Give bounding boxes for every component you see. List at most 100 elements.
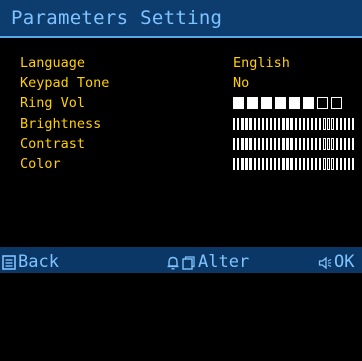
brightness-cell-filled	[274, 118, 277, 130]
color-cell-empty	[302, 158, 306, 170]
brightness-cell-empty	[343, 118, 347, 130]
brightness-cell-filled	[245, 118, 248, 130]
brightness-cell-filled	[290, 118, 293, 130]
contrast-cell-filled	[233, 138, 236, 150]
softkey-bar: Back Alter OK	[0, 247, 362, 273]
color-cell-filled	[257, 158, 260, 170]
color-cell-empty	[351, 158, 355, 170]
color-cell-filled	[249, 158, 252, 170]
keypad-tone-label: Keypad Tone	[20, 75, 110, 91]
back-softkey[interactable]: Back	[2, 251, 94, 273]
contrast-cell-empty	[331, 138, 334, 150]
contrast-cell-filled	[245, 138, 248, 150]
ring-vol-cell-empty	[317, 97, 328, 109]
contrast-cell-filled	[241, 138, 244, 150]
color-cell-empty	[331, 158, 334, 170]
contrast-cell-empty	[323, 138, 326, 150]
ring-vol-cell-filled	[303, 97, 314, 109]
contrast-cell-filled	[261, 138, 265, 150]
brightness-cell-empty	[319, 118, 322, 130]
color-level-bar[interactable]	[233, 158, 357, 170]
color-cell-filled	[233, 158, 236, 170]
ring-vol-cell-filled	[247, 97, 258, 109]
contrast-cell-empty	[351, 138, 355, 150]
brightness-label: Brightness	[20, 116, 102, 132]
color-cell-empty	[339, 158, 342, 170]
color-cell-filled	[241, 158, 244, 170]
brightness-cell-empty	[339, 118, 342, 130]
color-cell-empty	[323, 158, 326, 170]
color-cell-filled	[278, 158, 281, 170]
contrast-cell-filled	[290, 138, 293, 150]
brightness-cell-filled	[261, 118, 265, 130]
contrast-cell-filled	[282, 138, 285, 150]
color-cell-empty	[319, 158, 322, 170]
contrast-cell-empty	[343, 138, 347, 150]
title-divider	[0, 36, 362, 38]
brightness-cell-filled	[269, 118, 273, 130]
contrast-cell-empty	[310, 138, 314, 150]
page-title: Parameters Setting	[11, 7, 223, 29]
contrast-cell-filled	[237, 138, 240, 150]
brightness-cell-empty	[294, 118, 297, 130]
ring-vol-label: Ring Vol	[20, 95, 86, 111]
contrast-cell-filled	[253, 138, 256, 150]
list-icon	[2, 255, 16, 270]
brightness-cell-empty	[335, 118, 338, 130]
color-cell-empty	[347, 158, 351, 170]
color-cell-empty	[327, 158, 330, 170]
contrast-cell-empty	[302, 138, 306, 150]
bell-icon	[167, 256, 179, 270]
language-label: Language	[20, 55, 86, 71]
color-cell-empty	[310, 158, 314, 170]
contrast-cell-empty	[298, 138, 301, 150]
contrast-cell-filled	[286, 138, 289, 150]
brightness-cell-filled	[282, 118, 285, 130]
color-cell-empty	[315, 158, 318, 170]
color-cell-filled	[274, 158, 277, 170]
brightness-cell-empty	[323, 118, 326, 130]
ring-vol-level-bar[interactable]	[233, 97, 345, 109]
brightness-level-bar[interactable]	[233, 118, 357, 130]
title-bar: Parameters Setting	[0, 0, 362, 36]
color-cell-filled	[245, 158, 248, 170]
brightness-cell-filled	[265, 118, 269, 130]
contrast-cell-empty	[339, 138, 342, 150]
color-cell-filled	[269, 158, 273, 170]
keypad-tone-value[interactable]: No	[233, 74, 249, 92]
brightness-cell-empty	[331, 118, 334, 130]
contrast-cell-empty	[335, 138, 338, 150]
color-cell-empty	[343, 158, 347, 170]
ok-label: OK	[334, 252, 355, 272]
ring-vol-cell-filled	[261, 97, 272, 109]
brightness-cell-empty	[315, 118, 318, 130]
color-cell-filled	[265, 158, 269, 170]
color-cell-filled	[286, 158, 289, 170]
brightness-cell-filled	[278, 118, 281, 130]
brightness-cell-filled	[233, 118, 236, 130]
contrast-cell-empty	[294, 138, 297, 150]
brightness-cell-empty	[310, 118, 314, 130]
contrast-cell-filled	[265, 138, 269, 150]
brightness-cell-empty	[302, 118, 306, 130]
color-cell-empty	[306, 158, 310, 170]
back-label: Back	[18, 252, 59, 272]
color-label: Color	[20, 156, 61, 172]
color-cell-empty	[335, 158, 338, 170]
contrast-level-bar[interactable]	[233, 138, 357, 150]
ring-vol-cell-filled	[233, 97, 244, 109]
speaker-icon	[318, 256, 332, 270]
color-cell-filled	[282, 158, 285, 170]
alter-softkey[interactable]: Alter	[160, 251, 270, 273]
contrast-cell-filled	[249, 138, 252, 150]
brightness-cell-empty	[306, 118, 310, 130]
contrast-cell-empty	[306, 138, 310, 150]
contrast-label: Contrast	[20, 136, 86, 152]
color-cell-empty	[298, 158, 301, 170]
ok-softkey[interactable]: OK	[318, 251, 361, 273]
contrast-cell-filled	[278, 138, 281, 150]
contrast-cell-empty	[327, 138, 330, 150]
contrast-cell-empty	[347, 138, 351, 150]
language-value[interactable]: English	[233, 54, 290, 72]
color-cell-empty	[294, 158, 297, 170]
